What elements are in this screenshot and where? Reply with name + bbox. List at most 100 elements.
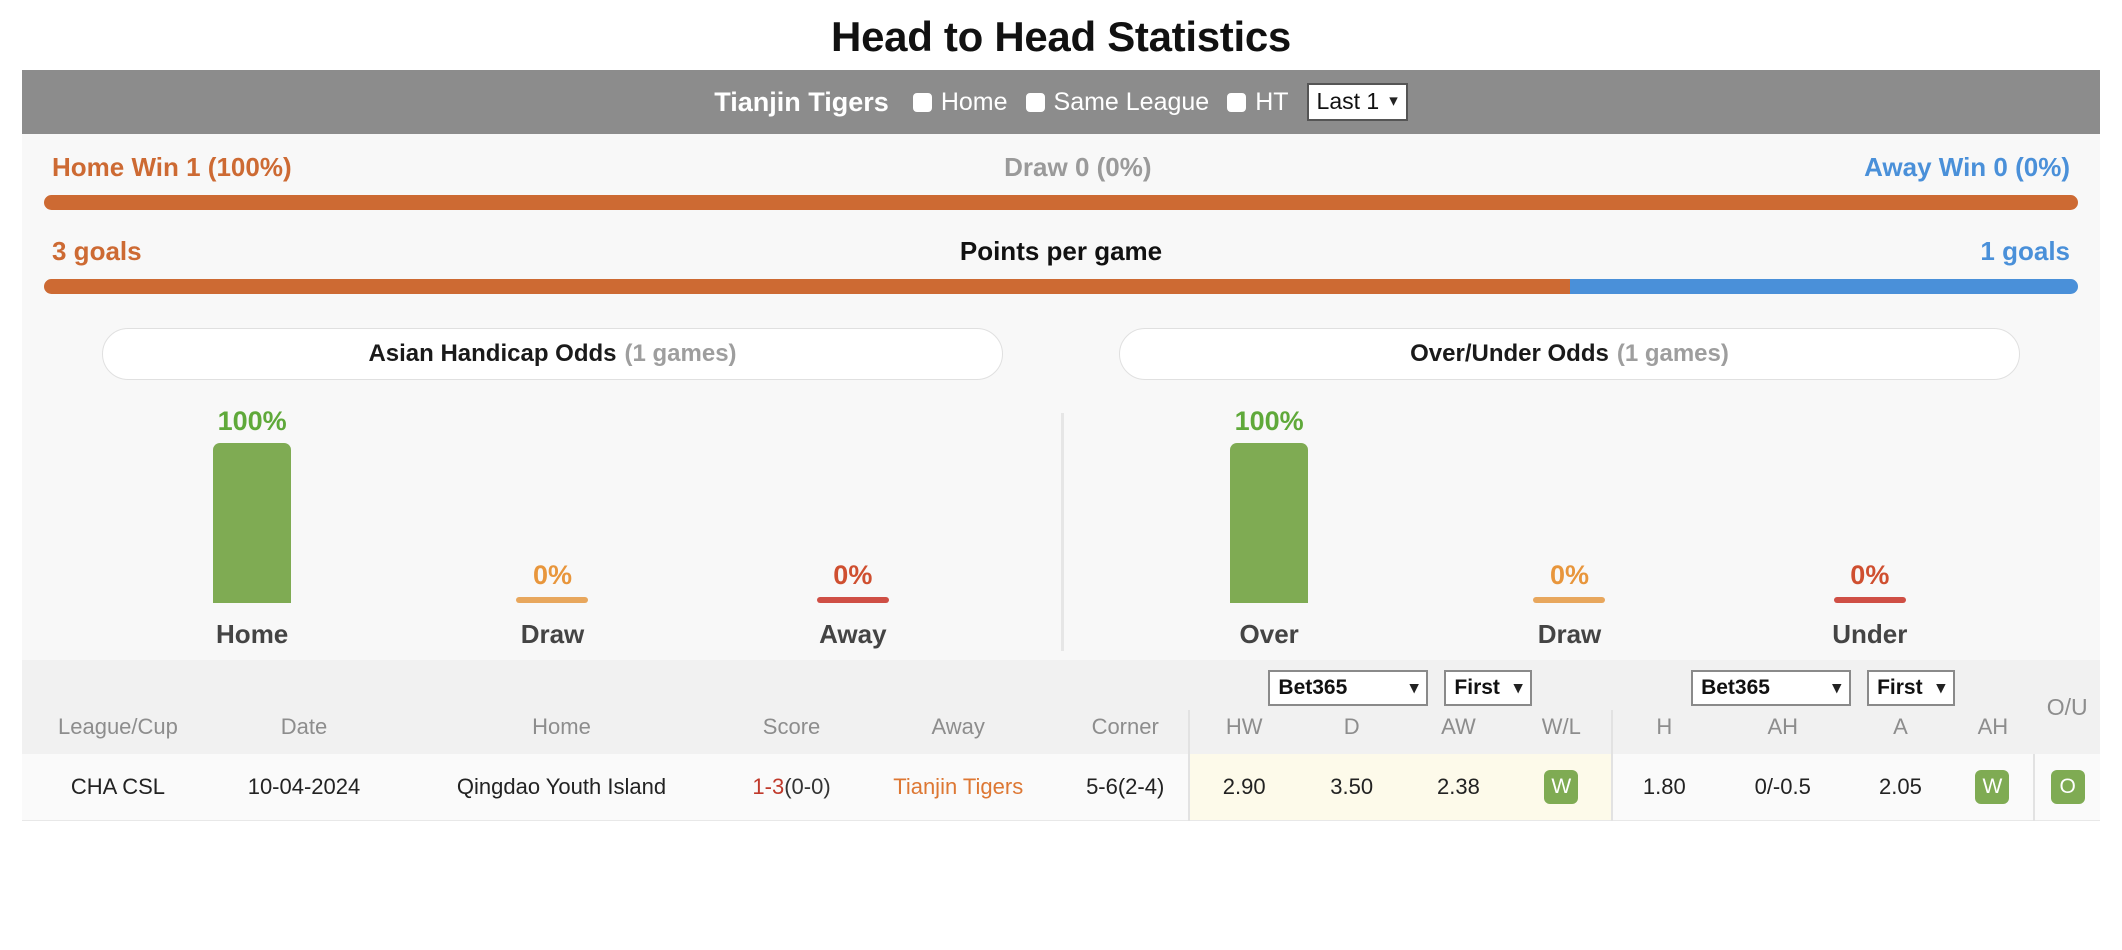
over-under-games-count: (1 games) [1616,340,1729,367]
table-sub-header-row: League/Cup Date Home Score Away Corner H… [22,710,2100,754]
cell-ah-away: 2.05 [1849,754,1952,821]
checkbox-ht[interactable] [1227,92,1247,112]
bet365-1x2-group: Bet365 ▾ First ▾ [1189,660,1612,710]
cell-ah-line: 0/-0.5 [1715,754,1850,821]
bookmaker-select-2-value: Bet365 [1701,676,1770,699]
chevron-down-icon: ▾ [1409,678,1419,697]
checkbox-same-league-label: Same League [1053,87,1210,116]
bar-value-label: 0% [1549,560,1589,590]
bar-value-label: 0% [532,560,572,590]
cell-ah-badge: W [1951,754,2035,821]
filter-control-bar: Tianjin Tigers Home Same League HT Last … [22,70,2100,134]
points-per-game-bar [44,279,2078,294]
over-under-title-pill[interactable]: Over/Under Odds (1 games) [1119,328,2020,380]
bar-rect [1230,443,1309,603]
bar-column-away: 0% Away [778,404,928,650]
bar-category-label: Home [216,619,289,649]
cell-aw: 2.38 [1405,754,1512,821]
col-wl: W/L [1511,710,1612,754]
goals-bar-home-segment [44,279,1570,294]
goals-bar-away-segment [1569,279,2078,294]
cell-draw-odds: 3.50 [1298,754,1406,821]
odds-panels: Asian Handicap Odds (1 games) 100% Home 0%… [44,328,2078,651]
cell-hw: 2.90 [1188,754,1299,821]
bar-rect [1833,597,1906,603]
phase-select-2-value: First [1877,676,1923,699]
bar-category-label: Draw [520,619,585,649]
home-win-label: Home Win 1 (100%) [52,152,292,182]
points-per-game-labels: 3 goals Points per game 1 goals [44,236,2078,267]
asian-handicap-chart: 100% Home 0% Draw 0% Away [102,404,1003,650]
phase-select-2[interactable]: First ▾ [1867,670,1956,706]
bookmaker-select-2[interactable]: Bet365 ▾ [1691,670,1852,706]
range-select[interactable]: Last 1 ▾ [1306,83,1408,121]
result-distribution-labels: Home Win 1 (100%) Draw 0 (0%) Away Win 0… [44,152,2078,183]
bar-value-label: 100% [217,406,287,436]
summary-stats-band: Home Win 1 (100%) Draw 0 (0%) Away Win 0… [22,134,2100,660]
bar-column-home: 100% Home [177,404,327,650]
over-under-column-header: O/U [2034,660,2100,754]
col-home: Home [394,710,729,754]
result-distribution-bar [44,195,2078,210]
col-aw: AW [1405,710,1512,754]
asian-handicap-games-count: (1 games) [624,340,737,367]
cell-wl-badge: W [1511,754,1612,821]
result-badge: W [1544,770,1579,804]
cell-score: 1-3(0-0) [728,754,855,821]
bookmaker-select-1-value: Bet365 [1278,676,1348,699]
bar-rect [816,597,889,603]
col-h: H [1610,710,1716,754]
away-goals-label: 1 goals [1980,236,2070,266]
score-fulltime: 1-3 [752,774,785,799]
checkbox-home[interactable] [912,92,932,112]
away-team-name: Tianjin Tigers [893,774,1024,799]
checkbox-same-league[interactable] [1025,92,1045,112]
over-under-badge: O [2050,770,2085,804]
page-title: Head to Head Statistics [831,13,1291,60]
bar-rect [516,597,589,603]
cell-away-team: Tianjin Tigers [854,754,1063,821]
handicap-result-badge: W [1975,770,2010,804]
col-hw: HW [1188,710,1299,754]
bar-category-label: Away [819,619,887,649]
team-name-label: Tianjin Tigers [714,86,889,117]
table-row[interactable]: CHA CSL 10-04-2024 Qingdao Youth Island 1-3… [22,754,2100,821]
matches-table-body: CHA CSL 10-04-2024 Qingdao Youth Island 1-3… [22,754,2100,821]
checkbox-ht-label: HT [1255,87,1289,116]
range-select-value: Last 1 [1316,87,1380,114]
asian-handicap-title: Asian Handicap Odds [368,340,617,367]
bar-column-over: 100% Over [1194,404,1344,650]
filter-same-league[interactable]: Same League [1025,87,1210,117]
over-under-panel: Over/Under Odds (1 games) 100% Over 0% Draw… [1061,328,2078,650]
score-halftime: (0-0) [784,774,831,799]
over-under-title: Over/Under Odds [1410,340,1609,367]
bar-value-label: 0% [1850,560,1890,590]
col-corner: Corner [1062,710,1190,754]
base-group-spacer [22,660,1190,710]
table-group-header-row: Bet365 ▾ First ▾ Bet365 ▾ First ▾ O/U [22,660,2100,754]
home-goals-label: 3 goals [52,236,142,266]
result-bar-home-segment [44,195,2078,210]
bar-value-label: 100% [1234,406,1304,436]
filter-ht[interactable]: HT [1227,87,1289,117]
away-win-label: Away Win 0 (0%) [1864,152,2070,182]
cell-date: 10-04-2024 [213,754,395,821]
asian-handicap-panel: Asian Handicap Odds (1 games) 100% Home 0%… [44,328,1061,650]
points-per-game-title: Points per game [959,236,1163,266]
col-ah-2: AH [1951,710,2035,754]
matches-table-wrapper: Bet365 ▾ First ▾ Bet365 ▾ First ▾ O/U Le… [22,660,2100,821]
chevron-down-icon: ▾ [1936,678,1946,697]
bar-rect [1533,597,1606,603]
cell-home-team: Qingdao Youth Island [394,754,729,821]
asian-handicap-title-pill[interactable]: Asian Handicap Odds (1 games) [102,328,1003,380]
filter-home[interactable]: Home [912,87,1008,117]
phase-select-1[interactable]: First ▾ [1444,670,1533,706]
chevron-down-icon: ▾ [1389,91,1398,111]
bar-column-under: 0% Under [1795,404,1945,650]
bet365-ah-group: Bet365 ▾ First ▾ [1611,660,2035,710]
bar-category-label: Draw [1537,619,1602,649]
phase-select-1-value: First [1454,676,1500,699]
bookmaker-select-1[interactable]: Bet365 ▾ [1268,670,1429,706]
checkbox-home-label: Home [940,87,1008,116]
bar-column-draw: 0% Draw [477,404,627,650]
